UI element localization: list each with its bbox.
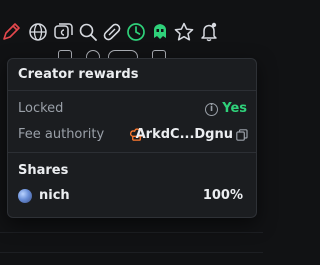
holder-percent: 100% [202,188,243,203]
toolbar [0,21,263,43]
fee-authority-label: Fee authority [18,127,105,142]
holder-name[interactable]: nich [39,188,70,203]
clock-icon[interactable] [125,21,147,43]
copy-icon[interactable] [236,129,248,141]
popup-title: Creator rewards [18,67,139,82]
chart-gridline [0,252,263,253]
avatar [18,189,32,203]
pen-icon[interactable] [0,21,22,43]
bell-icon[interactable] [198,21,220,43]
copy-symbol-icon[interactable] [52,21,74,43]
globe-icon[interactable] [27,21,49,43]
star-icon[interactable] [173,21,195,43]
divider [8,90,256,91]
bug-icon[interactable] [149,21,171,43]
locked-label: Locked [18,101,64,116]
shares-title: Shares [18,163,69,178]
creator-rewards-popup: Creator rewards Locked i Yes Fee authori… [7,58,257,218]
info-icon[interactable]: i [205,103,218,116]
fee-authority-address[interactable]: ArkdC...Dgnu [136,127,233,142]
search-icon[interactable] [77,21,99,43]
chart-gridline [0,232,263,233]
locked-value: Yes [222,101,247,116]
divider [8,152,256,153]
link-icon[interactable] [101,21,123,43]
